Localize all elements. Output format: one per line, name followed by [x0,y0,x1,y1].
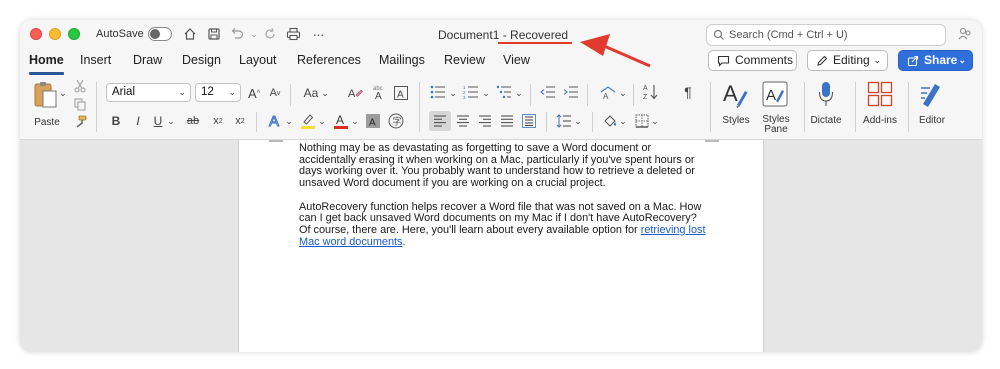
annotation-arrow [580,34,651,68]
word-window: AutoSave ⌄ ··· Document1 - Recovered Sea… [20,20,982,352]
